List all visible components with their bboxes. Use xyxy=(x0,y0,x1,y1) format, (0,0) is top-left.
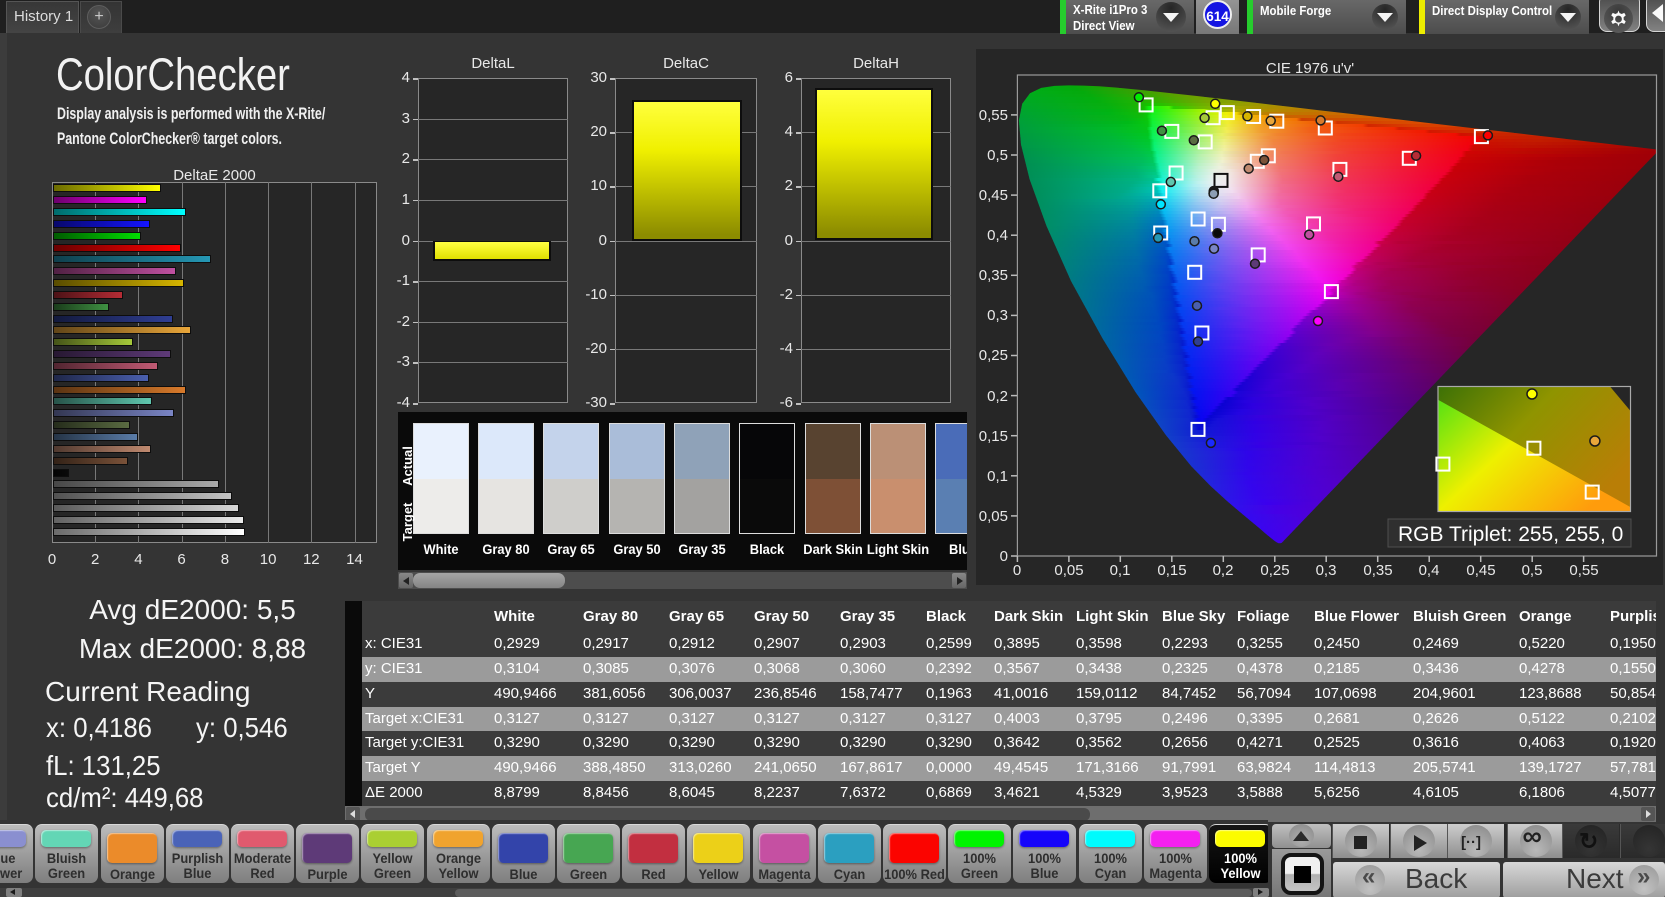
svg-text:0,5: 0,5 xyxy=(1522,562,1543,579)
svg-text:0,05: 0,05 xyxy=(979,508,1008,525)
svg-text:0,1: 0,1 xyxy=(987,468,1008,485)
svg-text:0,15: 0,15 xyxy=(1157,562,1186,579)
svg-text:0,35: 0,35 xyxy=(1363,562,1392,579)
svg-text:0: 0 xyxy=(1000,548,1008,565)
svg-text:0,45: 0,45 xyxy=(979,187,1008,204)
svg-text:0,25: 0,25 xyxy=(979,347,1008,364)
svg-text:0: 0 xyxy=(1013,562,1021,579)
svg-text:0,25: 0,25 xyxy=(1260,562,1289,579)
svg-text:RGB Triplet: 255, 255, 0: RGB Triplet: 255, 255, 0 xyxy=(1398,523,1623,546)
svg-text:0,4: 0,4 xyxy=(987,227,1008,244)
svg-text:0,15: 0,15 xyxy=(979,428,1008,445)
svg-text:0,3: 0,3 xyxy=(1316,562,1337,579)
svg-text:0,3: 0,3 xyxy=(987,307,1008,324)
svg-text:0,55: 0,55 xyxy=(1569,562,1598,579)
svg-text:0,5: 0,5 xyxy=(987,147,1008,164)
svg-text:0,35: 0,35 xyxy=(979,267,1008,284)
svg-text:0,2: 0,2 xyxy=(987,388,1008,405)
svg-text:0,55: 0,55 xyxy=(979,107,1008,124)
svg-text:0,45: 0,45 xyxy=(1466,562,1495,579)
svg-text:0,05: 0,05 xyxy=(1054,562,1083,579)
svg-text:0,4: 0,4 xyxy=(1419,562,1440,579)
svg-text:0,2: 0,2 xyxy=(1213,562,1234,579)
svg-text:0,1: 0,1 xyxy=(1110,562,1131,579)
